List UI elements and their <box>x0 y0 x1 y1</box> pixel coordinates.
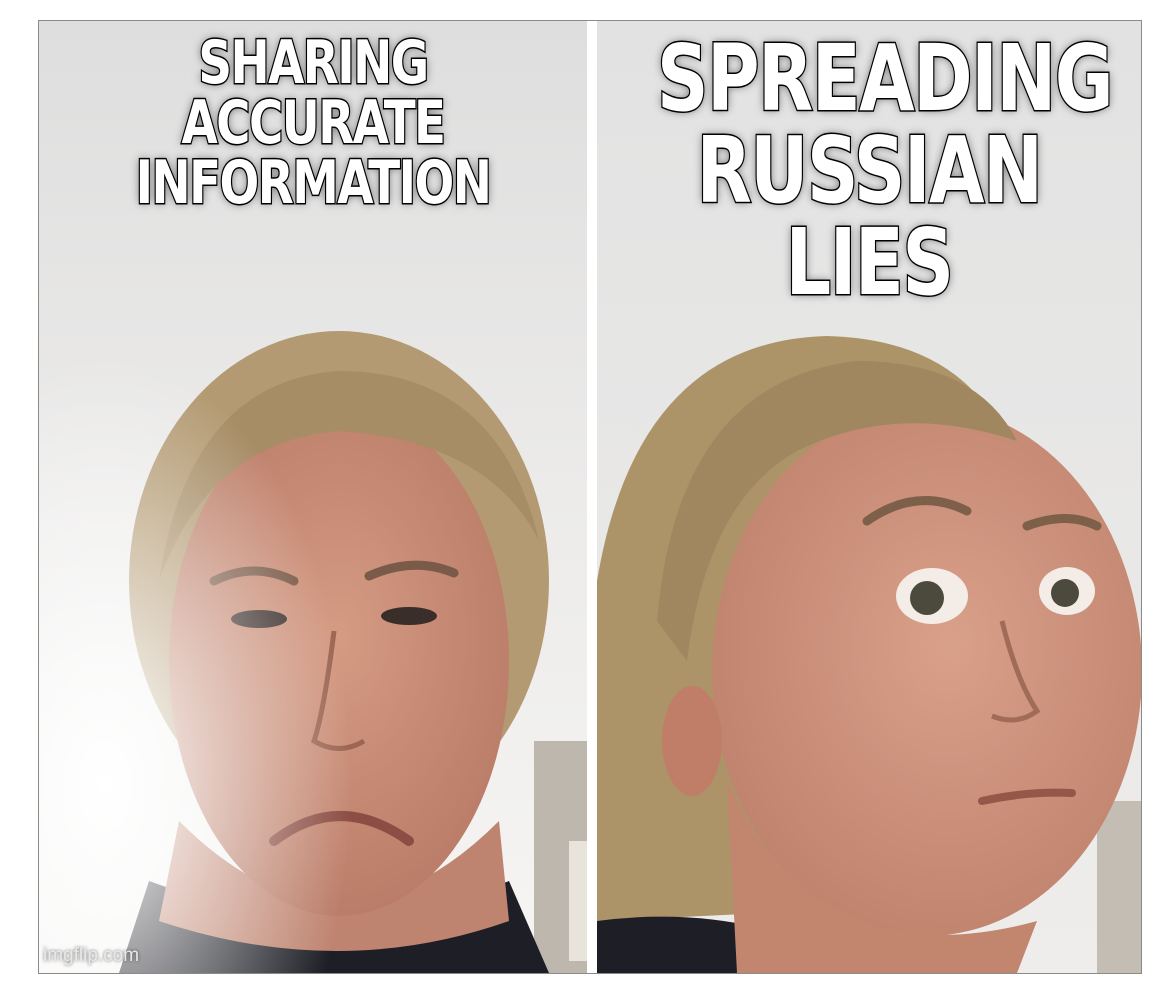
left-caption: SHARING ACCURATE INFORMATION <box>99 28 526 218</box>
left-caption-line-1: SHARING ACCURATE <box>180 28 447 158</box>
right-caption-line-1: SPREADING <box>656 25 1115 132</box>
right-panel: SPREADING RUSSIAN LIES <box>597 21 1141 973</box>
meme-image: SHARING ACCURATE INFORMATION imgflip.com <box>38 20 1142 974</box>
panel-divider <box>587 21 597 973</box>
left-panel: SHARING ACCURATE INFORMATION imgflip.com <box>39 21 587 973</box>
right-caption: SPREADING RUSSIAN LIES <box>656 25 1115 316</box>
imgflip-watermark: imgflip.com <box>43 945 140 966</box>
right-caption-line-2: RUSSIAN LIES <box>695 117 1044 316</box>
left-caption-line-2: INFORMATION <box>134 148 493 218</box>
